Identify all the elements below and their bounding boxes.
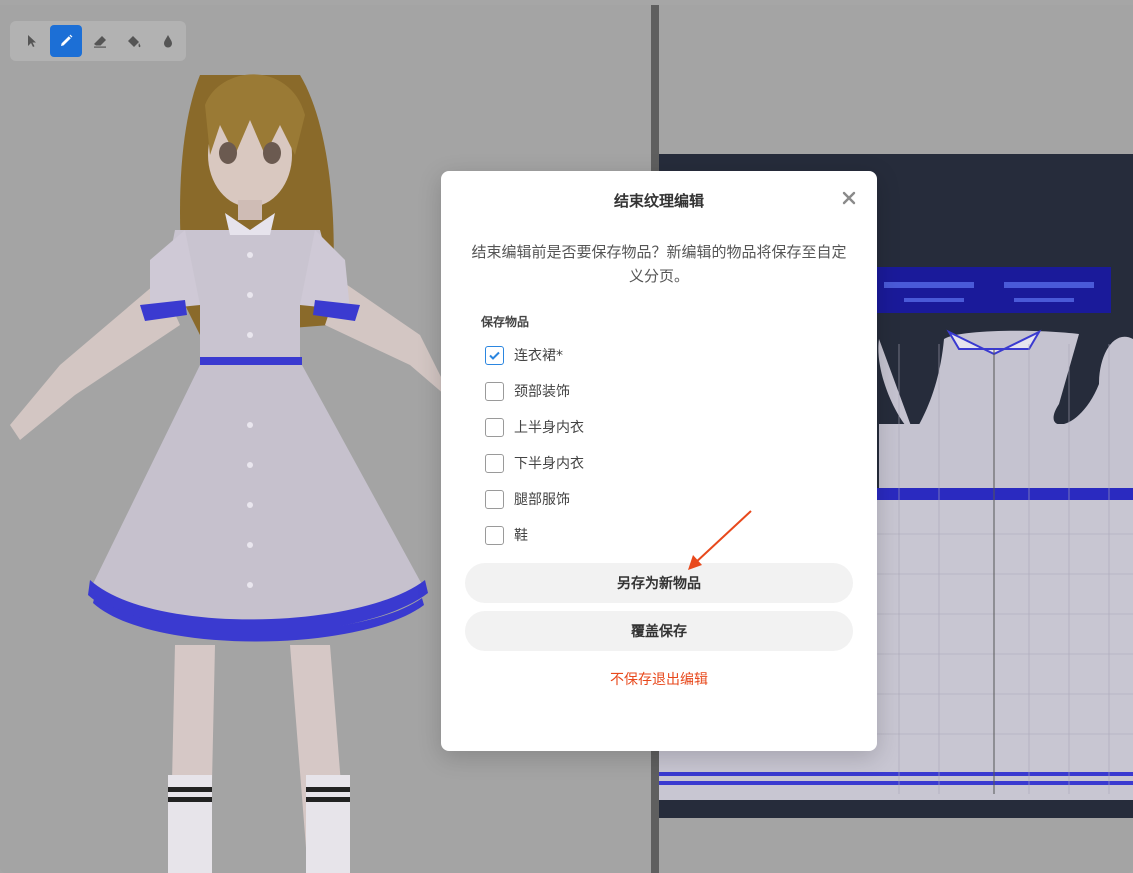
- item-label: 颈部装饰: [514, 384, 570, 400]
- drawing-toolbar: [10, 21, 186, 61]
- save-items-list: 连衣裙* 颈部装饰 上半身内衣 下半身内衣 腿部服饰 鞋: [485, 337, 825, 553]
- item-checkbox-legwear[interactable]: 腿部服饰: [485, 481, 825, 517]
- discard-exit-button[interactable]: 不保存退出编辑: [441, 669, 877, 689]
- cursor-icon: [28, 35, 36, 47]
- app-window: 结束纹理编辑 结束编辑前是否要保存物品？新编辑的物品将保存至自定义分页。 保存物…: [0, 0, 1133, 873]
- checkbox[interactable]: [485, 381, 504, 401]
- close-icon: [842, 191, 856, 205]
- close-button[interactable]: [839, 188, 859, 208]
- item-label: 下半身内衣: [514, 456, 584, 472]
- dropper-icon: [164, 35, 172, 48]
- item-label: 连衣裙*: [514, 348, 563, 364]
- dropper-tool-button[interactable]: [152, 25, 184, 57]
- checkbox[interactable]: [485, 417, 504, 437]
- item-checkbox-upper-underwear[interactable]: 上半身内衣: [485, 409, 825, 445]
- eraser-tool-button[interactable]: [84, 25, 116, 57]
- item-label: 腿部服饰: [514, 492, 570, 508]
- dialog-description: 结束编辑前是否要保存物品？新编辑的物品将保存至自定义分页。: [471, 243, 847, 285]
- item-checkbox-shoes[interactable]: 鞋: [485, 517, 825, 553]
- item-checkbox-lower-underwear[interactable]: 下半身内衣: [485, 445, 825, 481]
- item-label: 上半身内衣: [514, 420, 584, 436]
- pencil-tool-button[interactable]: [50, 25, 82, 57]
- dialog-title: 结束纹理编辑: [613, 192, 704, 210]
- pencil-icon: [61, 34, 73, 46]
- checkbox[interactable]: [485, 453, 504, 473]
- check-icon: [489, 351, 500, 360]
- select-tool-button[interactable]: [16, 25, 48, 57]
- overwrite-save-button[interactable]: 覆盖保存: [465, 611, 853, 651]
- fill-tool-button[interactable]: [118, 25, 150, 57]
- item-label: 鞋: [514, 528, 528, 544]
- item-checkbox-dress[interactable]: 连衣裙*: [485, 337, 825, 373]
- checkbox[interactable]: [485, 525, 504, 545]
- fill-icon: [128, 36, 141, 48]
- end-texture-edit-dialog: 结束纹理编辑 结束编辑前是否要保存物品？新编辑的物品将保存至自定义分页。 保存物…: [441, 171, 877, 751]
- eraser-icon: [94, 36, 106, 48]
- checkbox-checked[interactable]: [485, 345, 504, 365]
- item-checkbox-neck-accessory[interactable]: 颈部装饰: [485, 373, 825, 409]
- save-as-new-button[interactable]: 另存为新物品: [465, 563, 853, 603]
- save-items-label: 保存物品: [481, 315, 530, 329]
- checkbox[interactable]: [485, 489, 504, 509]
